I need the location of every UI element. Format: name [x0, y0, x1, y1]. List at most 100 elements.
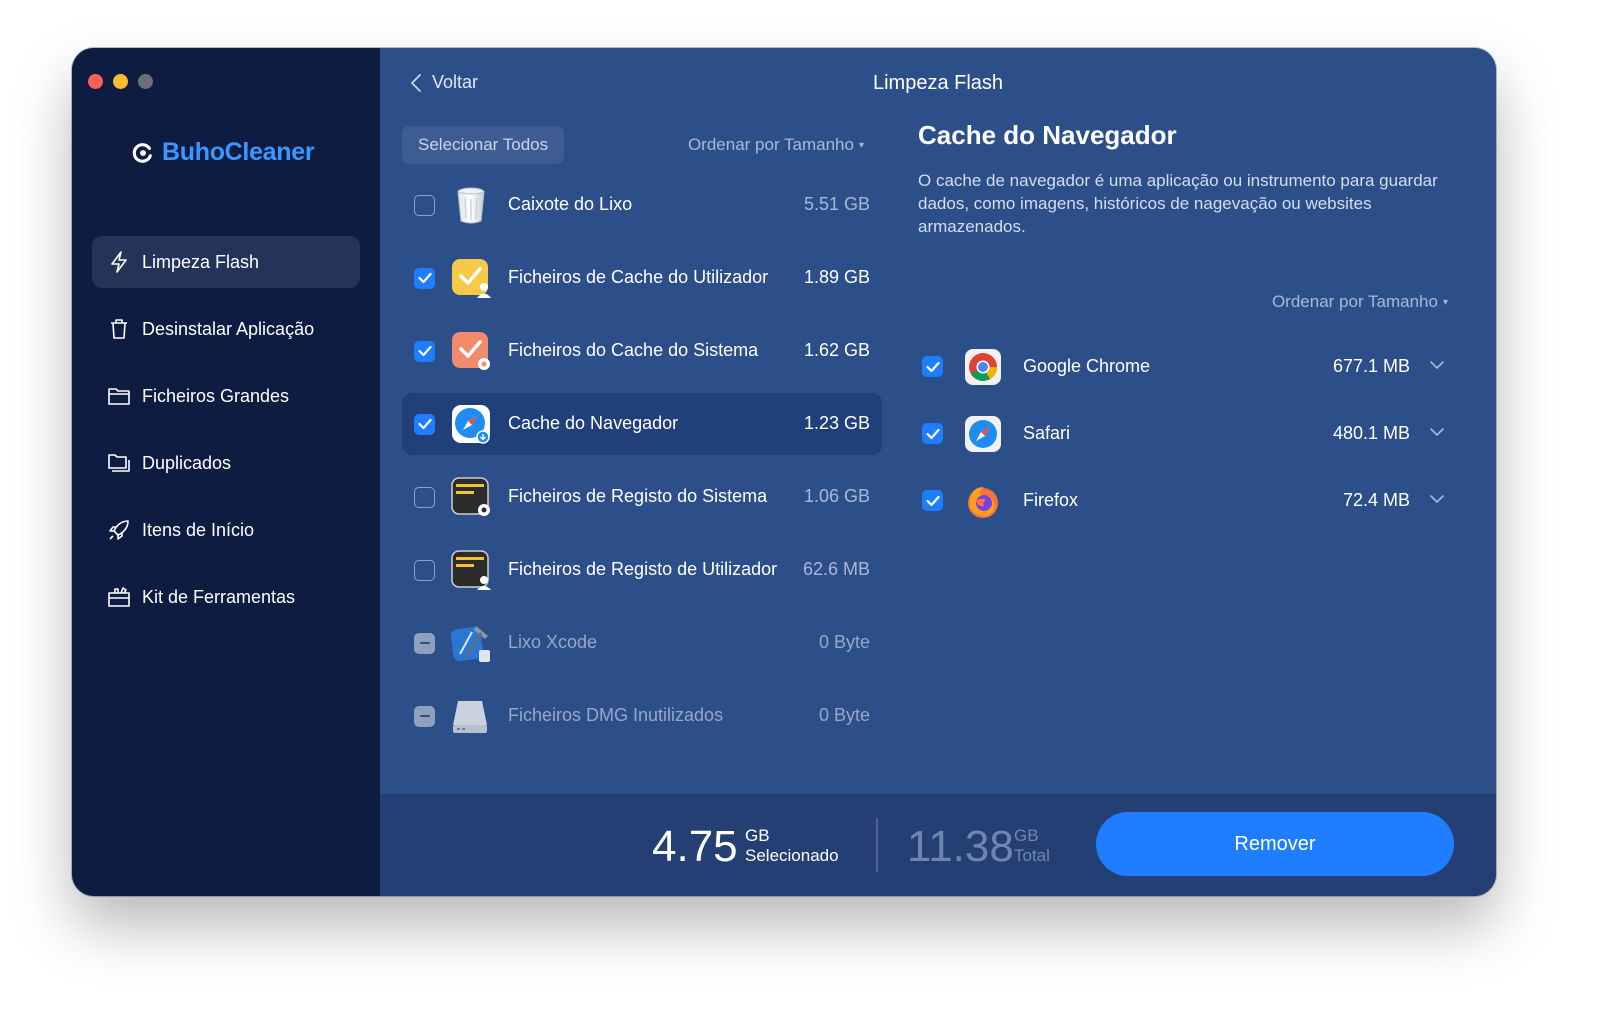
list-item[interactable]: Caixote do Lixo 5.51 GB: [402, 174, 882, 236]
total-unit-label: GB: [1014, 826, 1050, 846]
trash-icon: [108, 318, 130, 340]
checkmark-icon: [926, 428, 940, 440]
sidebar-item-label: Limpeza Flash: [142, 252, 259, 273]
bolt-icon: [108, 251, 130, 273]
checkbox[interactable]: [922, 423, 943, 444]
list-item[interactable]: Ficheiros de Registo de Utilizador 62.6 …: [402, 539, 882, 601]
item-size: 5.51 GB: [804, 194, 870, 215]
item-label: Lixo Xcode: [508, 632, 597, 653]
browser-name: Firefox: [1023, 490, 1078, 511]
app-window: BuhoCleaner Limpeza Flash Desinstalar Ap…: [72, 48, 1496, 896]
checkbox[interactable]: [414, 487, 435, 508]
toolbox-icon: [108, 586, 130, 608]
page-title: Limpeza Flash: [380, 72, 1496, 95]
caret-down-icon: ▾: [1443, 297, 1448, 308]
checkbox[interactable]: [414, 195, 435, 216]
item-size: 1.62 GB: [804, 340, 870, 361]
chevron-down-icon[interactable]: [1428, 423, 1446, 441]
item-size: 0 Byte: [819, 632, 870, 653]
browser-name: Google Chrome: [1023, 356, 1150, 377]
list-item[interactable]: Ficheiros do Cache do Sistema 1.62 GB: [402, 320, 882, 382]
total-size-unit: GB Total: [1014, 826, 1050, 866]
browser-row-firefox[interactable]: Firefox 72.4 MB: [918, 468, 1458, 535]
main-panel: Voltar Limpeza Flash Selecionar Todos Or…: [380, 48, 1496, 896]
trash-can-icon: [450, 184, 492, 226]
checkbox[interactable]: [414, 560, 435, 581]
total-size-value: 11.38: [907, 822, 1014, 872]
item-label: Caixote do Lixo: [508, 194, 632, 215]
select-all-button[interactable]: Selecionar Todos: [402, 126, 564, 164]
selected-size-value: 4.75: [652, 822, 738, 872]
sort-label: Ordenar por Tamanho: [1272, 292, 1438, 311]
checkmark-icon: [418, 418, 432, 430]
list-item[interactable]: Cache do Navegador 1.23 GB: [402, 393, 882, 455]
system-cache-icon: [450, 330, 492, 372]
footer-divider: [876, 818, 878, 872]
caret-down-icon: ▾: [859, 140, 864, 151]
browser-row-safari[interactable]: Safari 480.1 MB: [918, 401, 1458, 468]
list-item: Lixo Xcode 0 Byte: [402, 612, 882, 674]
app-name: BuhoCleaner: [162, 138, 314, 167]
folder-icon: [108, 385, 130, 407]
checkbox[interactable]: [414, 268, 435, 289]
item-size: 1.89 GB: [804, 267, 870, 288]
browser-size: 72.4 MB: [1343, 490, 1410, 511]
chevron-down-icon[interactable]: [1428, 490, 1446, 508]
item-label: Ficheiros do Cache do Sistema: [508, 340, 758, 361]
list-item[interactable]: Ficheiros de Registo do Sistema 1.06 GB: [402, 466, 882, 528]
sidebar-item-limpeza-flash[interactable]: Limpeza Flash: [92, 236, 360, 288]
checkbox: [414, 633, 435, 654]
sort-dropdown[interactable]: Ordenar por Tamanho ▾: [1272, 292, 1448, 312]
buhocleaner-logo-icon: [132, 142, 154, 164]
selected-unit-label: GB: [745, 826, 839, 846]
detail-description: O cache de navegador é uma aplicação ou …: [918, 169, 1438, 238]
sidebar: BuhoCleaner Limpeza Flash Desinstalar Ap…: [72, 48, 380, 896]
minimize-window-button[interactable]: [113, 74, 128, 89]
item-size: 0 Byte: [819, 705, 870, 726]
sidebar-nav: Limpeza Flash Desinstalar Aplicação Fich…: [92, 236, 360, 638]
top-bar: Voltar Limpeza Flash: [380, 68, 1496, 104]
checkbox[interactable]: [414, 341, 435, 362]
detail-panel: Cache do Navegador O cache de navegador …: [918, 120, 1478, 238]
selected-size-unit: GB Selecionado: [745, 826, 839, 866]
firefox-icon: [964, 482, 1002, 520]
safari-icon: [964, 415, 1002, 453]
item-size: 1.23 GB: [804, 413, 870, 434]
sidebar-item-label: Duplicados: [142, 453, 231, 474]
list-item[interactable]: Ficheiros de Cache do Utilizador 1.89 GB: [402, 247, 882, 309]
chevron-down-icon[interactable]: [1428, 356, 1446, 374]
sort-dropdown[interactable]: Ordenar por Tamanho ▾: [688, 135, 864, 155]
browser-row-chrome[interactable]: Google Chrome 677.1 MB: [918, 334, 1458, 401]
checkbox[interactable]: [922, 356, 943, 377]
remove-button[interactable]: Remover: [1096, 812, 1454, 876]
zoom-window-button: [138, 74, 153, 89]
sidebar-item-label: Ficheiros Grandes: [142, 386, 289, 407]
sidebar-item-itens-inicio[interactable]: Itens de Início: [92, 504, 360, 556]
sort-label: Ordenar por Tamanho: [688, 135, 854, 154]
chrome-icon: [964, 348, 1002, 386]
detail-title: Cache do Navegador: [918, 120, 1478, 151]
user-cache-icon: [450, 257, 492, 299]
browser-name: Safari: [1023, 423, 1070, 444]
checkbox[interactable]: [414, 414, 435, 435]
list-header: Selecionar Todos Ordenar por Tamanho ▾: [402, 126, 882, 164]
browser-size: 480.1 MB: [1333, 423, 1410, 444]
window-controls: [88, 74, 153, 89]
item-label: Ficheiros de Registo do Sistema: [508, 486, 767, 507]
rocket-icon: [108, 519, 130, 541]
user-log-icon: [450, 549, 492, 591]
checkbox: [414, 706, 435, 727]
footer-bar: 4.75 GB Selecionado 11.38 GB Total Remov…: [380, 794, 1496, 896]
sidebar-item-ficheiros-grandes[interactable]: Ficheiros Grandes: [92, 370, 360, 422]
checkbox[interactable]: [922, 490, 943, 511]
browser-list: Google Chrome 677.1 MB Safari 480.1 MB: [918, 334, 1458, 535]
sidebar-item-duplicados[interactable]: Duplicados: [92, 437, 360, 489]
checkmark-icon: [926, 361, 940, 373]
sidebar-item-label: Itens de Início: [142, 520, 254, 541]
sidebar-item-kit-ferramentas[interactable]: Kit de Ferramentas: [92, 571, 360, 623]
checkmark-icon: [418, 345, 432, 357]
app-brand: BuhoCleaner: [132, 138, 314, 167]
item-label: Cache do Navegador: [508, 413, 678, 434]
sidebar-item-desinstalar[interactable]: Desinstalar Aplicação: [92, 303, 360, 355]
close-window-button[interactable]: [88, 74, 103, 89]
